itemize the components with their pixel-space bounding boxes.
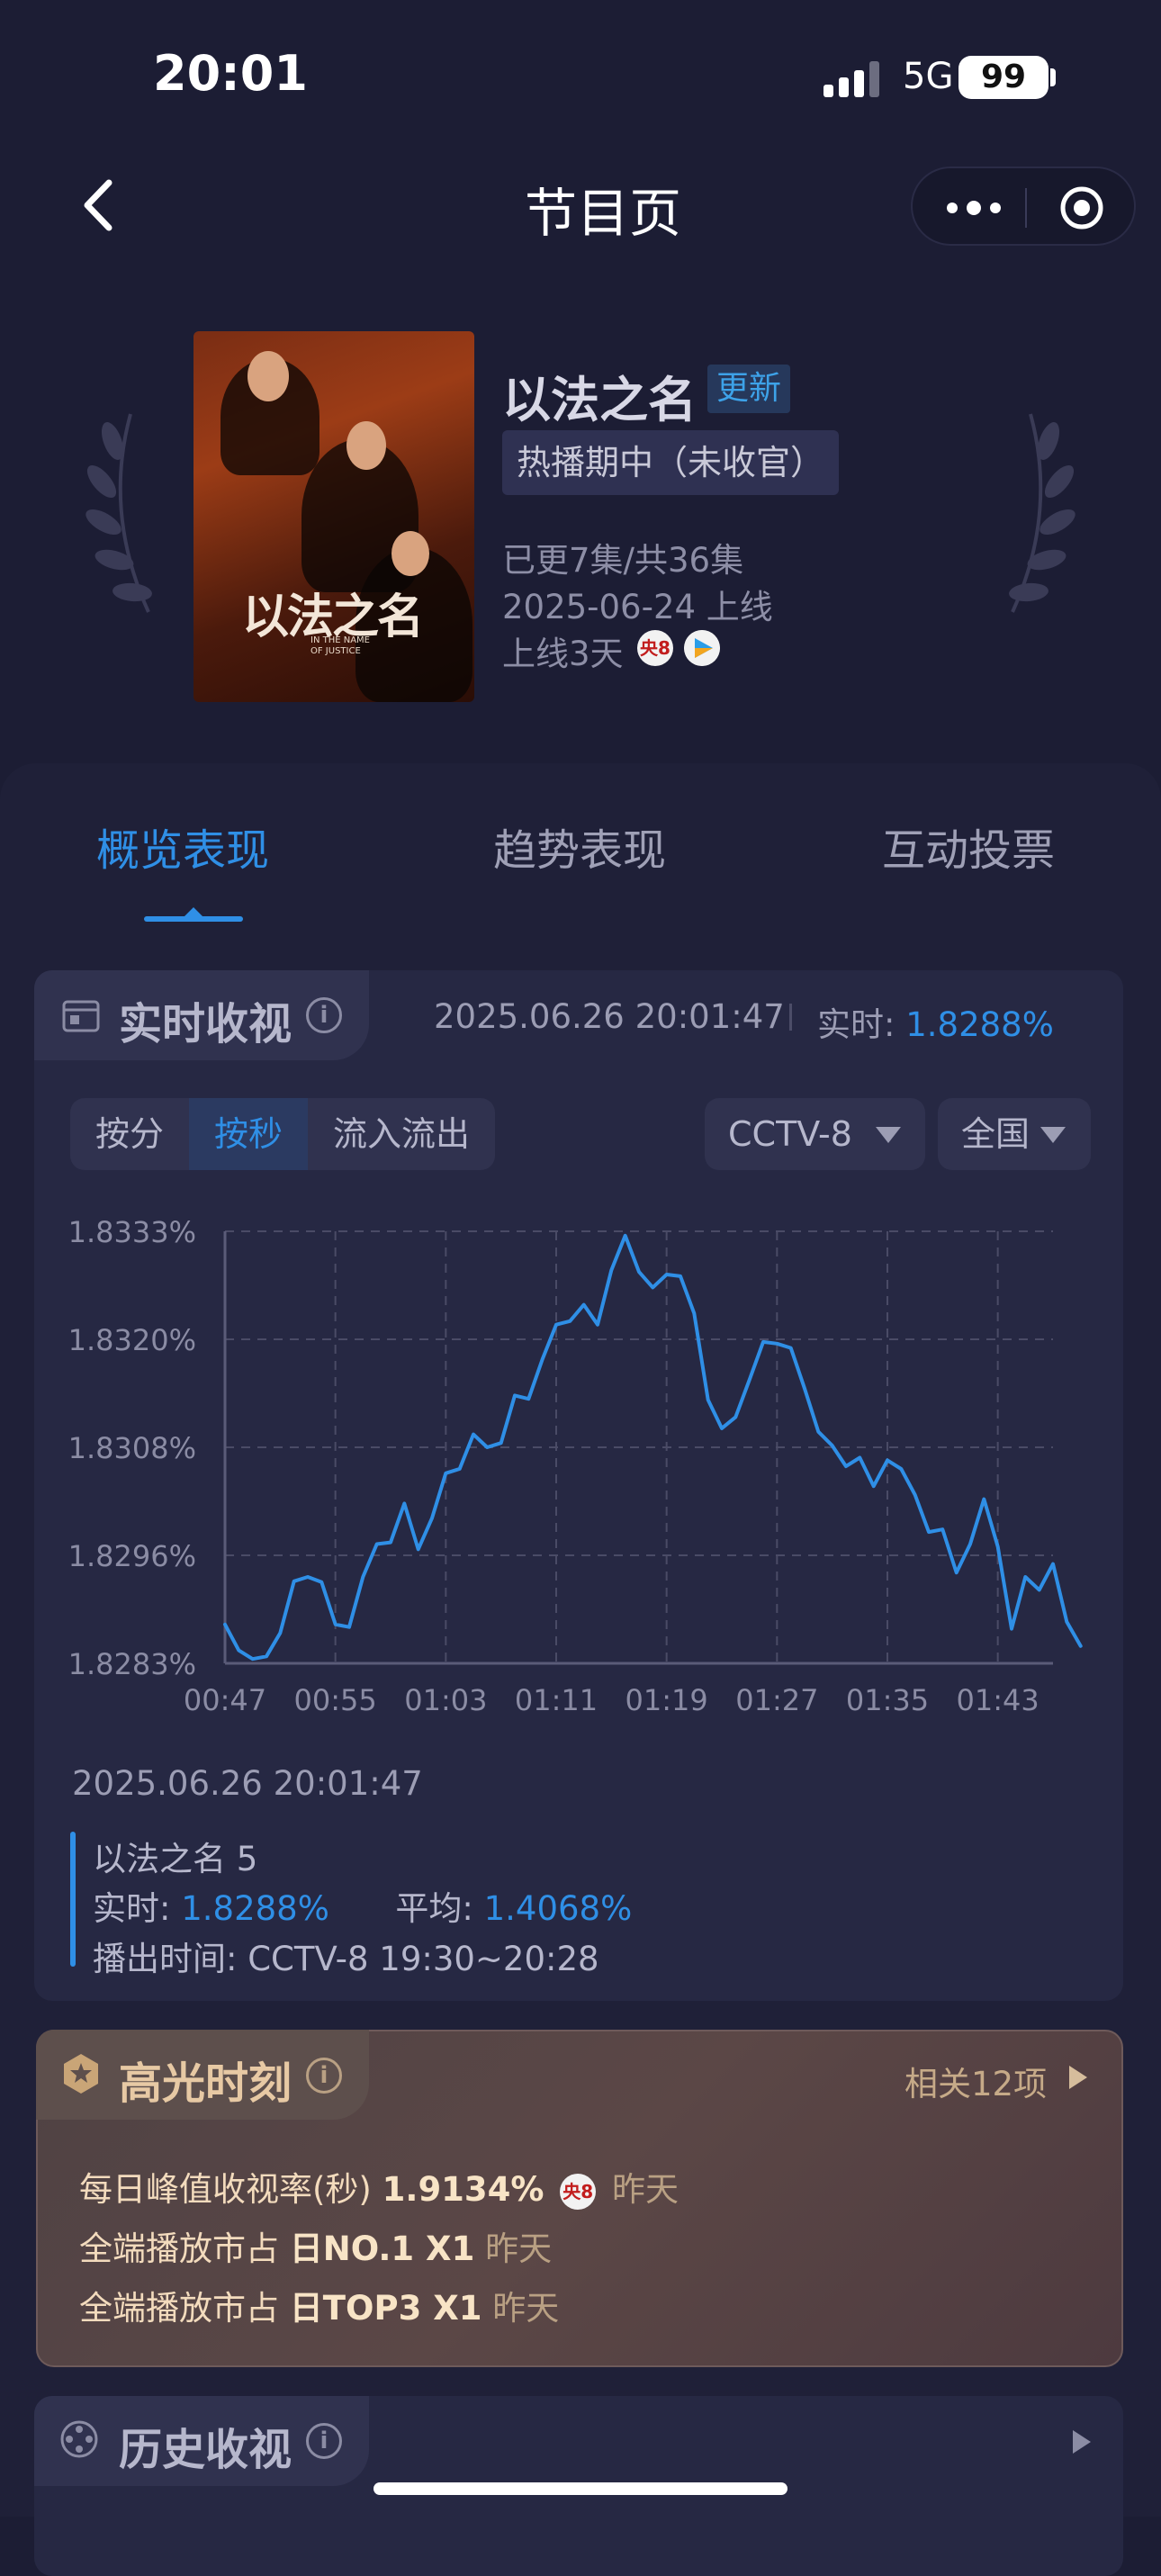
segment-by-second[interactable]: 按秒 (189, 1098, 308, 1170)
realtime-title: 实时收视 (119, 999, 292, 1049)
divider (789, 1004, 792, 1031)
cctv8-logo-icon: 央8 (637, 630, 673, 666)
highlight-item-label: 全端播放市占 (79, 2229, 279, 2268)
star-badge-icon (64, 2054, 98, 2094)
x-tick-label: 01:19 (626, 1683, 708, 1717)
program-name: 以法之名 (502, 372, 697, 428)
detail-realtime-value: 1.8288% (181, 1889, 329, 1928)
detail-ratings: 实时: 1.8288% 平均: 1.4068% (93, 1881, 632, 1930)
highlight-item-value: 日NO.1 X1 (289, 2229, 475, 2268)
play-arrow-icon[interactable] (1073, 2430, 1091, 2454)
battery-icon: 99 (958, 56, 1048, 99)
channel-select-value: CCTV-8 (728, 1114, 852, 1154)
x-tick-label: 01:11 (515, 1683, 598, 1717)
x-tick-label: 00:55 (294, 1683, 377, 1717)
highlight-item-time: 昨天 (492, 2289, 560, 2328)
highlight-item: 全端播放市占 日TOP3 X1 昨天 (79, 2281, 559, 2329)
info-icon[interactable]: i (306, 2058, 342, 2094)
detail-episode: 以法之名 5 (93, 1840, 258, 1878)
x-tick-label: 01:03 (404, 1683, 487, 1717)
region-select[interactable]: 全国 (938, 1098, 1091, 1170)
status-badge: 热播期中（未收官） (502, 430, 840, 495)
days-online: 上线3天 (502, 635, 624, 673)
play-arrow-icon[interactable] (1069, 2066, 1087, 2089)
laurel-left-icon (86, 413, 152, 613)
caret-down-icon (1040, 1127, 1066, 1143)
miniapp-capsule (911, 167, 1136, 246)
tab-overview[interactable]: 概览表现 (96, 815, 269, 878)
realtime-timestamp: 2025.06.26 20:01:47 (434, 997, 785, 1036)
poster-subtitle: IN THE NAME OF JUSTICE (310, 635, 371, 656)
cctv8-logo-icon: 央8 (560, 2173, 597, 2210)
caret-down-icon (876, 1127, 901, 1143)
status-time: 20:01 (153, 45, 308, 102)
highlight-item-value: 1.9134% (382, 2170, 544, 2209)
more-icon[interactable] (938, 188, 1010, 228)
detail-timestamp: 2025.06.26 20:01:47 (72, 1764, 423, 1803)
highlight-more-link[interactable]: 相关12项 (904, 2057, 1047, 2105)
battery-tip (1050, 68, 1056, 86)
x-tick-label: 01:43 (957, 1683, 1040, 1717)
granularity-segmented-control: 按分 按秒 流入流出 (70, 1098, 495, 1170)
realtime-label: 实时: (817, 1005, 896, 1044)
detail-accent-bar (70, 1832, 76, 1967)
episode-count: 已更7集/共36集 (502, 541, 744, 580)
tab-indicator (144, 916, 243, 922)
update-tag: 更新 (707, 365, 791, 413)
premiere-date: 2025-06-24 上线 (502, 588, 773, 626)
tab-trend[interactable]: 趋势表现 (493, 815, 666, 878)
tab-vote[interactable]: 互动投票 (882, 815, 1055, 878)
highlight-item-time: 昨天 (485, 2229, 553, 2268)
close-miniapp-icon[interactable] (1058, 185, 1105, 231)
x-tick-label: 01:35 (846, 1683, 929, 1717)
x-tick-label: 00:47 (184, 1683, 266, 1717)
channel-select[interactable]: CCTV-8 (705, 1098, 925, 1170)
detail-average-label: 平均: (395, 1889, 473, 1928)
signal-icon (824, 61, 881, 97)
y-tick-label: 1.8308% (68, 1431, 196, 1465)
film-reel-icon (60, 2420, 98, 2458)
highlight-item: 全端播放市占 日NO.1 X1 昨天 (79, 2221, 552, 2270)
laurel-right-icon (1009, 413, 1076, 613)
home-indicator (374, 2482, 788, 2495)
platform-play-icon (684, 630, 720, 666)
highlight-item-time: 昨天 (612, 2170, 680, 2209)
highlight-item-label: 全端播放市占 (79, 2289, 279, 2328)
highlight-item-label: 每日峰值收视率(秒) (79, 2170, 372, 2209)
tab-indicator-tip (184, 907, 202, 916)
region-select-value: 全国 (961, 1114, 1030, 1154)
y-tick-label: 1.8333% (68, 1215, 196, 1249)
segment-flow[interactable]: 流入流出 (308, 1098, 495, 1170)
y-tick-label: 1.8296% (68, 1539, 196, 1573)
x-tick-label: 01:27 (735, 1683, 818, 1717)
detail-average-value: 1.4068% (483, 1889, 633, 1928)
realtime-value: 1.8288% (905, 1005, 1054, 1044)
y-tick-label: 1.8283% (68, 1647, 196, 1681)
segment-by-minute[interactable]: 按分 (70, 1098, 189, 1170)
info-icon[interactable]: i (306, 997, 342, 1033)
realtime-rating: 实时: 1.8288% (817, 997, 1054, 1046)
y-tick-label: 1.8320% (68, 1323, 196, 1357)
network-type: 5G (903, 56, 954, 97)
highlight-item: 每日峰值收视率(秒) 1.9134% 央8 昨天 (79, 2162, 679, 2211)
program-poster[interactable]: 以法之名 IN THE NAME OF JUSTICE (194, 331, 474, 702)
detail-realtime-label: 实时: (93, 1889, 171, 1928)
history-title: 历史收视 (119, 2425, 292, 2475)
capsule-divider (1025, 188, 1027, 228)
highlight-title: 高光时刻 (119, 2058, 292, 2109)
detail-airtime: 播出时间: CCTV-8 19:30~20:28 (93, 1940, 599, 1978)
highlight-item-value: 日TOP3 X1 (289, 2289, 482, 2328)
realtime-line-chart[interactable]: 1.8283% 1.8296% 1.8308% 1.8320% 1.8333% 00:47… (36, 1206, 1134, 1737)
info-icon[interactable]: i (306, 2423, 342, 2459)
tv-icon (62, 1000, 100, 1032)
